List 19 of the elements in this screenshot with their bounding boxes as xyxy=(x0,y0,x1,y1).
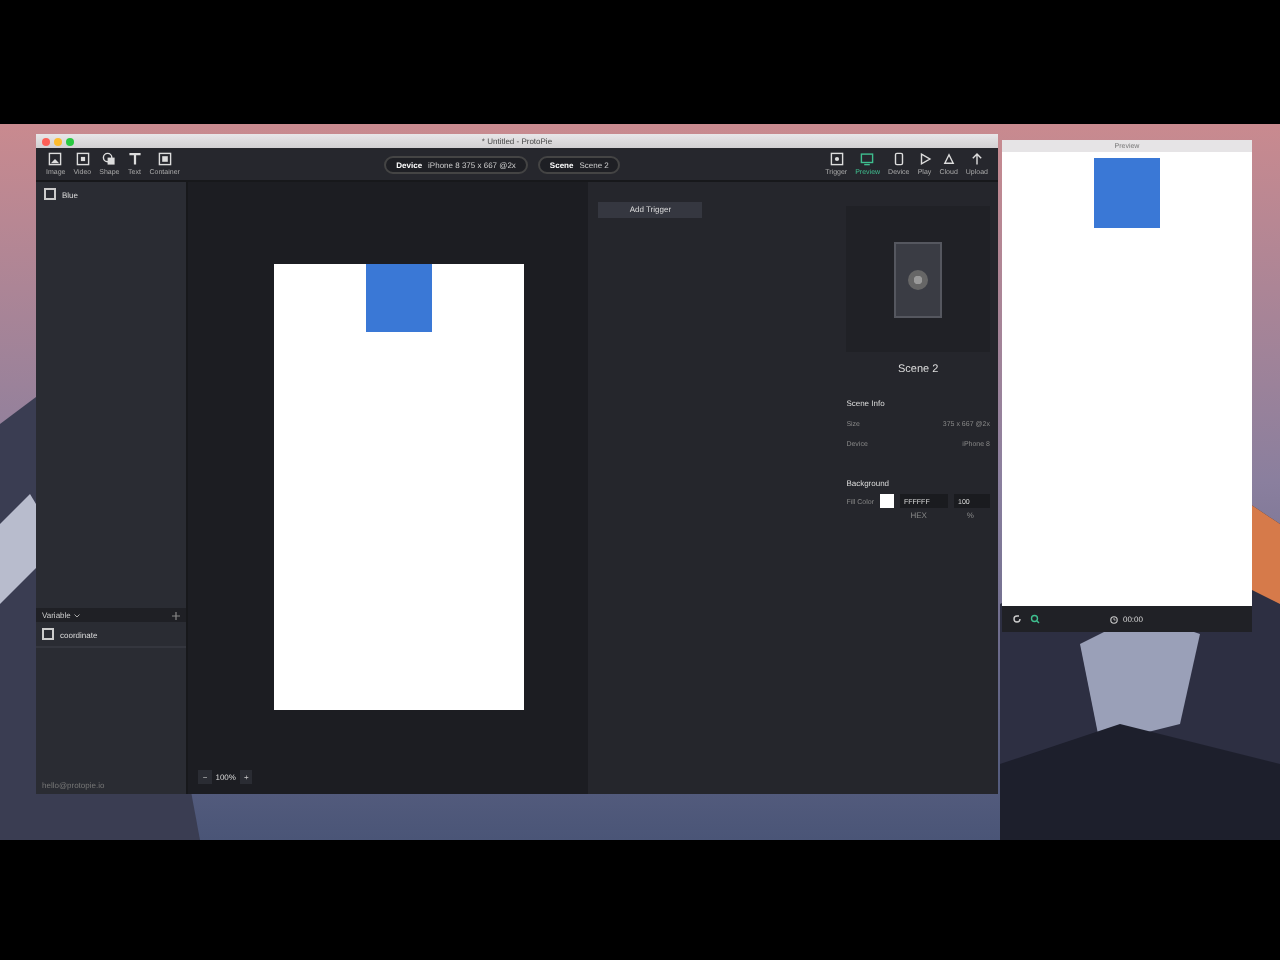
clock-icon xyxy=(1110,615,1119,623)
container-icon xyxy=(157,152,172,166)
arrow-up-icon xyxy=(969,152,984,166)
search-icon[interactable] xyxy=(1030,614,1040,624)
trigger-icon xyxy=(829,152,844,166)
text-icon xyxy=(127,152,142,166)
add-icon[interactable] xyxy=(172,611,181,619)
phone-icon xyxy=(891,152,906,166)
rectangle-layer xyxy=(1094,158,1160,228)
video-icon xyxy=(75,152,90,166)
play-icon xyxy=(917,152,932,166)
variable-icon xyxy=(42,628,54,640)
refresh-icon[interactable] xyxy=(1012,614,1022,624)
shapes-icon xyxy=(102,152,117,166)
rectangle-icon xyxy=(44,188,56,200)
image-icon xyxy=(48,152,63,166)
monitor-icon xyxy=(860,152,875,166)
triangle-icon xyxy=(941,152,956,166)
color-swatch[interactable] xyxy=(880,494,894,508)
